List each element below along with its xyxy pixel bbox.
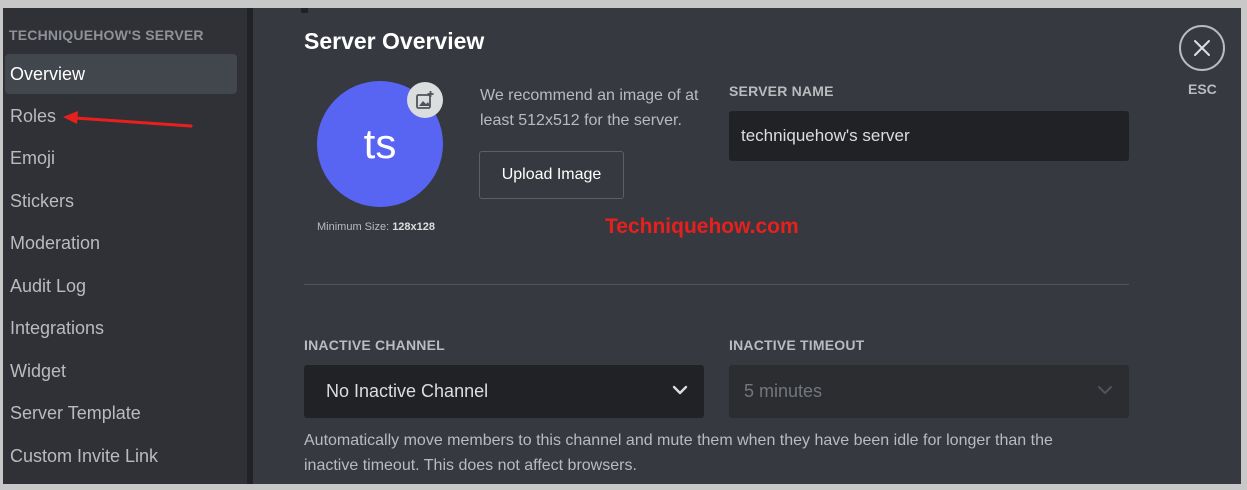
sidebar-item-overview[interactable]: Overview [5, 54, 237, 94]
chevron-down-icon [672, 385, 688, 395]
esc-label: ESC [1188, 81, 1217, 97]
sidebar-item-integrations[interactable]: Integrations [5, 308, 237, 348]
inactive-timeout-value: 5 minutes [744, 381, 823, 401]
sidebar-item-moderation[interactable]: Moderation [5, 223, 237, 263]
server-name-heading: TECHNIQUEHOW'S SERVER [9, 27, 204, 43]
avatar-min-size: Minimum Size: 128x128 [317, 221, 435, 233]
min-size-label: Minimum Size: [317, 221, 390, 233]
chevron-down-icon [1098, 386, 1112, 394]
page-title: Server Overview [304, 28, 485, 54]
sidebar-item-emoji[interactable]: Emoji [5, 138, 237, 178]
sidebar-item-server-template[interactable]: Server Template [5, 393, 237, 433]
settings-sidebar: TECHNIQUEHOW'S SERVER Overview Roles Emo… [3, 8, 247, 484]
watermark: Techniquehow.com [605, 215, 799, 238]
upload-image-button[interactable]: Upload Image [479, 151, 624, 199]
inactive-channel-value: No Inactive Channel [326, 381, 489, 401]
close-button[interactable] [1179, 25, 1225, 71]
inactive-timeout-label: INACTIVE TIMEOUT [729, 337, 865, 353]
sidebar-item-widget[interactable]: Widget [5, 351, 237, 391]
sidebar-item-audit-log[interactable]: Audit Log [5, 266, 237, 306]
section-divider [304, 284, 1129, 285]
inactive-help-text: Automatically move members to this chann… [304, 432, 1053, 474]
scroll-indicator [301, 8, 308, 13]
inactive-timeout-select[interactable]: 5 minutes [729, 365, 1129, 418]
image-plus-icon[interactable] [407, 82, 443, 118]
image-recommendation: We recommend an image of at least 512x51… [480, 87, 699, 129]
server-name-label: SERVER NAME [729, 83, 834, 99]
close-icon [1194, 40, 1210, 56]
sidebar-scrollbar[interactable] [247, 8, 253, 484]
sidebar-item-stickers[interactable]: Stickers [5, 181, 237, 221]
inactive-channel-select[interactable]: No Inactive Channel [304, 365, 704, 418]
settings-window: TECHNIQUEHOW'S SERVER Overview Roles Emo… [3, 8, 1241, 484]
server-name-input[interactable]: techniquehow's server [729, 111, 1129, 161]
annotation-arrow [63, 111, 193, 128]
inactive-channel-label: INACTIVE CHANNEL [304, 337, 445, 353]
sidebar-item-custom-invite-link[interactable]: Custom Invite Link [5, 436, 237, 476]
min-size-value: 128x128 [392, 221, 436, 233]
